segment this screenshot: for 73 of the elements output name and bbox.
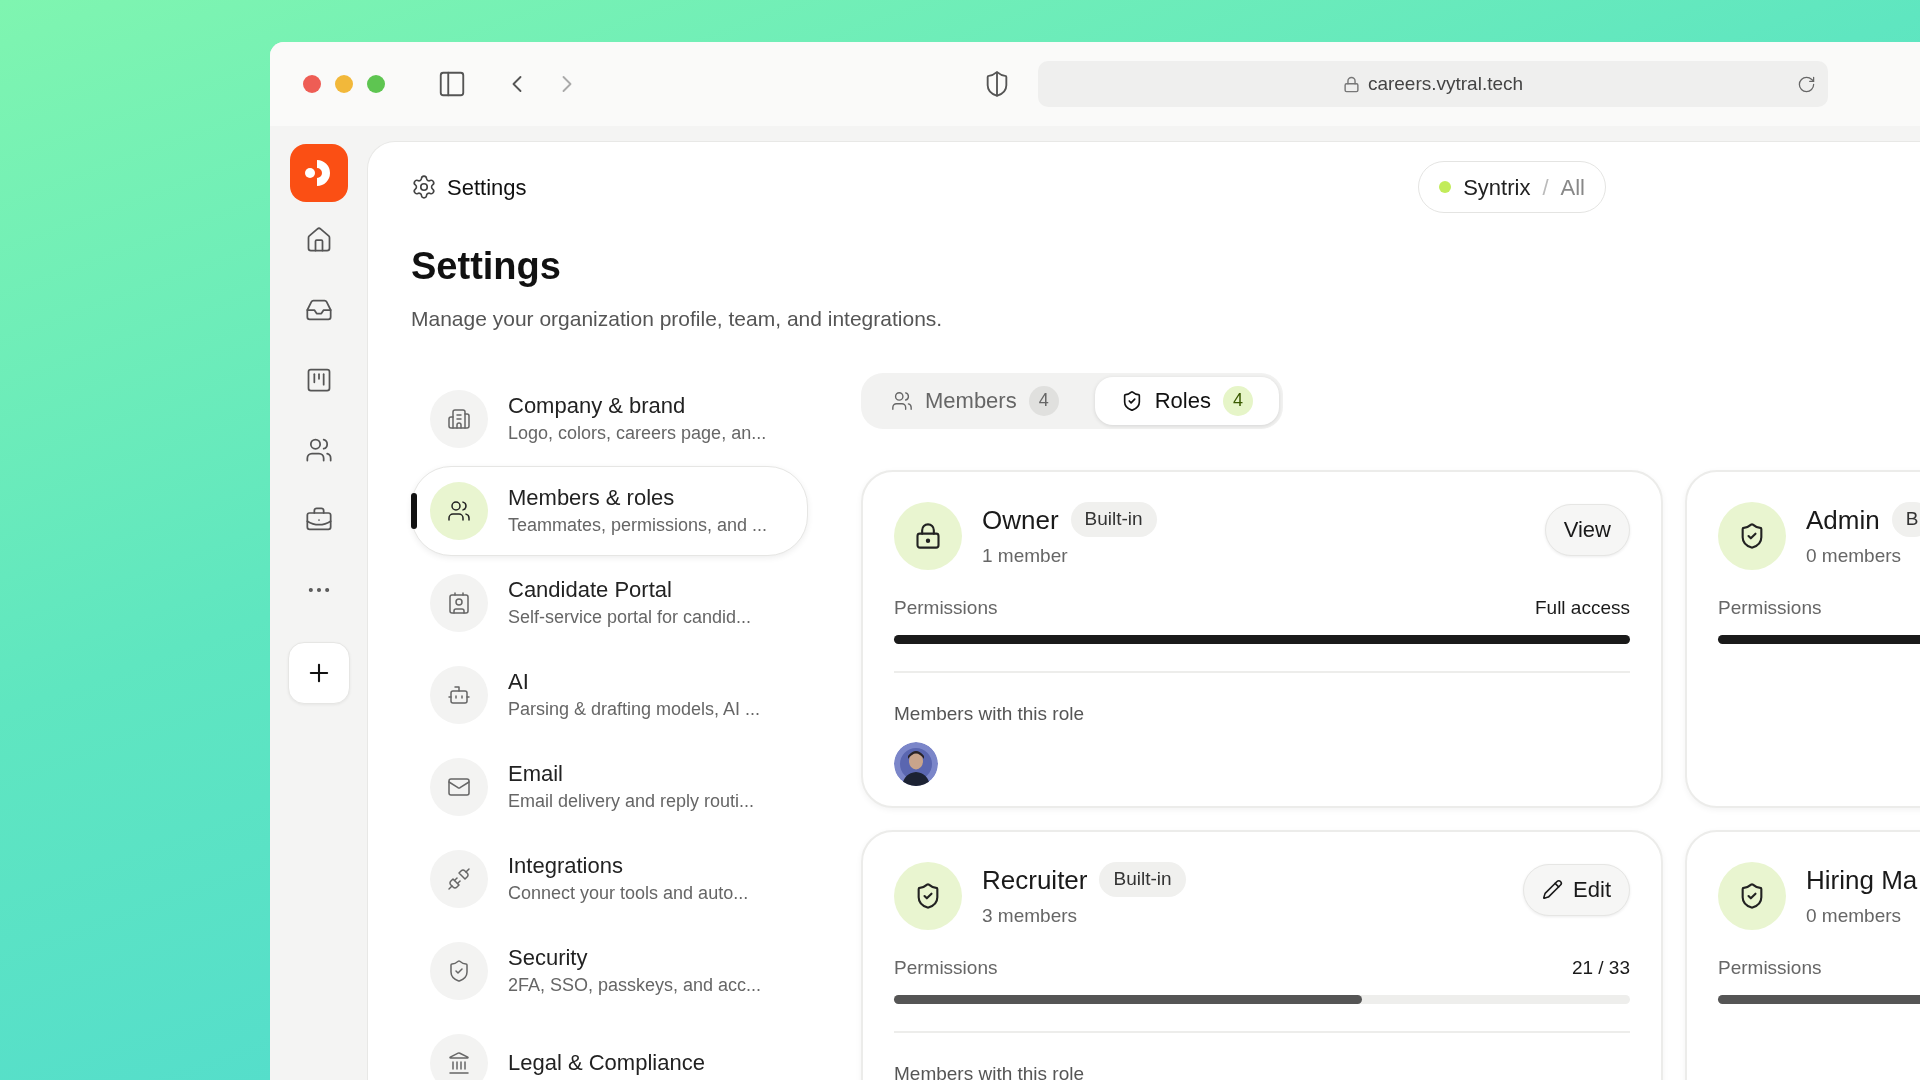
count-badge: 4 xyxy=(1222,385,1253,416)
nav-title: Legal & Compliance xyxy=(508,1048,705,1077)
nav-title: Candidate Portal xyxy=(508,575,673,604)
permissions-label: Permissions xyxy=(1718,596,1822,620)
nav-title: Members & roles xyxy=(508,483,676,512)
tab[interactable]: Roles 4 xyxy=(1094,376,1279,425)
settings-nav-item[interactable]: Candidate Portal Self-service portal for candid... xyxy=(411,557,808,648)
member-count: 1 member xyxy=(982,543,1069,568)
role-tag: Built-in xyxy=(1070,502,1157,537)
users-icon[interactable] xyxy=(304,436,333,464)
settings-nav-item[interactable]: AI Parsing & drafting models, AI ... xyxy=(411,649,808,740)
nav-description: 2FA, SSO, passkeys, and acc... xyxy=(508,973,762,997)
edit-button[interactable]: Edit xyxy=(1523,863,1630,916)
member-count: 3 members xyxy=(982,903,1079,928)
close-window-icon[interactable] xyxy=(303,75,321,93)
nav-title: AI xyxy=(508,667,530,696)
page-title: Settings xyxy=(411,244,562,289)
shield-check-icon xyxy=(447,958,471,983)
count-badge: 4 xyxy=(1028,385,1059,416)
workspace-switcher[interactable]: Syntrix / All xyxy=(1418,161,1606,213)
nav-title: Integrations xyxy=(508,851,624,880)
role-name: Admin xyxy=(1806,503,1880,537)
nav-description: Parsing & drafting models, AI ... xyxy=(508,697,761,721)
pencil-icon xyxy=(1542,879,1564,900)
people-icon xyxy=(447,498,471,523)
permissions-label: Permissions xyxy=(1718,956,1822,980)
permissions-value: Full access xyxy=(1534,596,1630,620)
reload-icon[interactable] xyxy=(1797,74,1816,94)
view-button[interactable]: View xyxy=(1544,503,1630,556)
breadcrumb-separator: / xyxy=(1542,173,1549,202)
plug-icon xyxy=(447,866,471,891)
page-subtitle: Manage your organization profile, team, and integrations. xyxy=(411,306,944,332)
role-name: Owner xyxy=(982,503,1059,537)
active-indicator xyxy=(411,492,417,529)
settings-nav-item[interactable]: Company & brand Logo, colors, careers page, an... xyxy=(411,373,808,464)
nav-description: Email delivery and reply routi... xyxy=(508,789,755,813)
settings-nav-item[interactable]: Security 2FA, SSO, passkeys, and acc... xyxy=(411,925,808,1016)
address-bar[interactable]: careers.vytral.tech xyxy=(1038,61,1828,107)
id-card-icon xyxy=(447,590,471,615)
tab[interactable]: Members 4 xyxy=(865,376,1085,425)
permissions-value: 21 / 33 xyxy=(1571,956,1630,980)
url-text: careers.vytral.tech xyxy=(1367,71,1524,96)
role-tag: B xyxy=(1891,502,1920,537)
settings-nav-item[interactable]: Email Email delivery and reply routi... xyxy=(411,741,808,832)
nav-title: Company & brand xyxy=(508,391,687,420)
sidebar-toggle-icon[interactable] xyxy=(437,69,467,99)
people-icon xyxy=(891,389,913,412)
settings-nav-item[interactable]: Integrations Connect your tools and auto... xyxy=(411,833,808,924)
nav-description: Logo, colors, careers page, an... xyxy=(508,421,767,445)
role-tag: Built-in xyxy=(1099,862,1186,897)
nav-description: Connect your tools and auto... xyxy=(508,881,749,905)
app-logo[interactable] xyxy=(289,144,348,202)
landmark-icon xyxy=(447,1050,471,1075)
permissions-label: Permissions xyxy=(894,596,998,620)
member-count: 0 members xyxy=(1806,903,1903,928)
header-title: Settings xyxy=(447,173,527,202)
settings-icon xyxy=(411,174,437,200)
scope-name: All xyxy=(1560,173,1585,202)
building-icon xyxy=(447,406,471,431)
role-name: Hiring Ma xyxy=(1806,863,1918,897)
nav-description: Self-service portal for candid... xyxy=(508,605,752,629)
members-heading: Members with this role xyxy=(894,701,1086,726)
workspace-name: Syntrix xyxy=(1463,173,1531,202)
nav-title: Security xyxy=(508,943,589,972)
role-name: Recruiter xyxy=(982,863,1088,897)
nav-description: Teammates, permissions, and ... xyxy=(508,513,768,537)
lock-icon xyxy=(1342,75,1360,93)
members-heading: Members with this role xyxy=(894,1061,1086,1080)
settings-nav-item[interactable]: Legal & Compliance xyxy=(411,1017,808,1080)
lock-icon xyxy=(914,521,942,550)
nav-title: Email xyxy=(508,759,564,788)
member-count: 0 members xyxy=(1806,543,1903,568)
permissions-label: Permissions xyxy=(894,956,998,980)
